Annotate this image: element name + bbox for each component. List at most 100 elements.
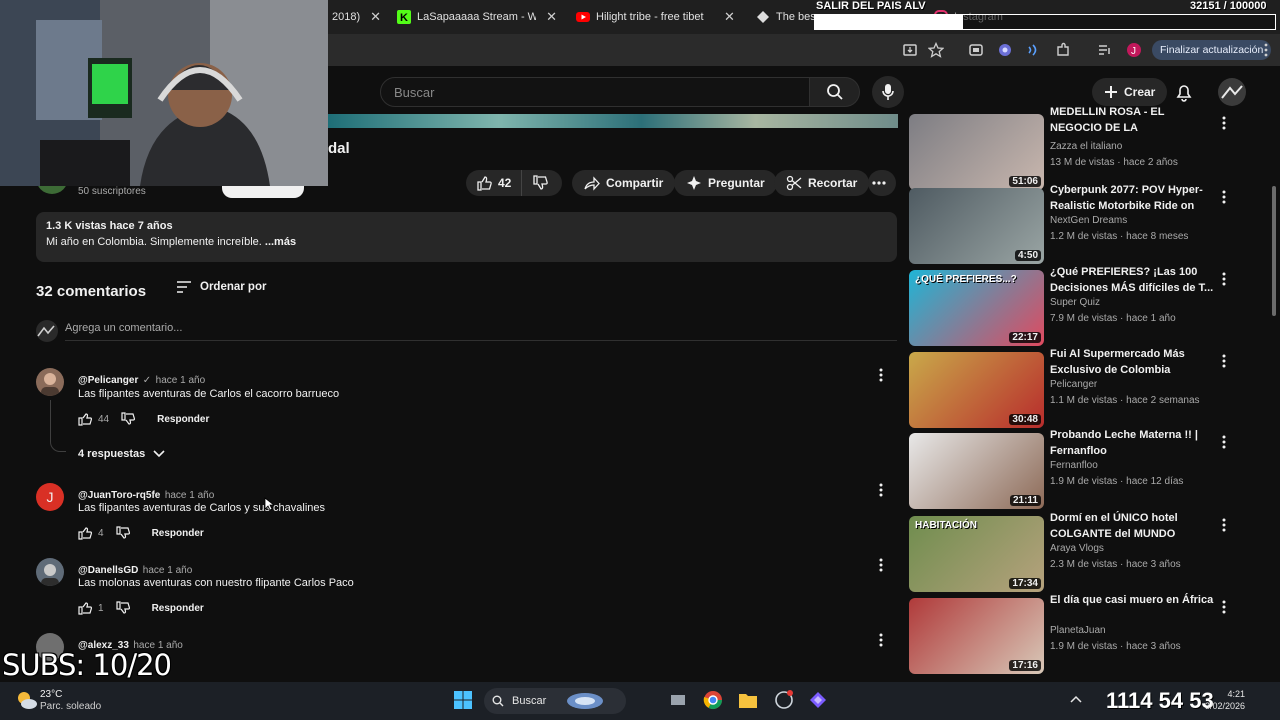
- more-actions-button[interactable]: [868, 170, 896, 196]
- video-title[interactable]: ¿Qué PREFIERES? ¡Las 100 Decisiones MÁS …: [1050, 264, 1216, 296]
- reply-button[interactable]: Responder: [152, 603, 204, 614]
- extension-icon[interactable]: [968, 42, 984, 58]
- thumbs-down-icon[interactable]: [121, 412, 136, 426]
- profile-avatar-icon[interactable]: J: [1126, 42, 1142, 58]
- close-icon[interactable]: ✕: [370, 9, 381, 25]
- comment-avatar[interactable]: [36, 368, 64, 396]
- video-menu-icon[interactable]: [1222, 116, 1226, 130]
- video-thumbnail[interactable]: HABITACIÓN 17:34: [909, 516, 1044, 592]
- close-icon[interactable]: ✕: [724, 9, 735, 25]
- tab-4[interactable]: The best: [756, 4, 816, 30]
- thumbs-up-icon[interactable]: [78, 412, 92, 426]
- account-avatar[interactable]: [1218, 78, 1246, 106]
- comment-menu-icon[interactable]: [879, 558, 883, 572]
- thumbs-down-icon[interactable]: [115, 526, 130, 540]
- thumbs-up-icon[interactable]: [78, 601, 92, 615]
- video-title[interactable]: Cyberpunk 2077: POV Hyper-Realistic Moto…: [1050, 182, 1216, 214]
- video-thumbnail[interactable]: 30:48: [909, 352, 1044, 428]
- ask-button[interactable]: Preguntar: [674, 170, 777, 196]
- video-title[interactable]: MEDELLIN ROSA - EL NEGOCIO DE LA PROSTIT…: [1050, 104, 1216, 136]
- ai-extension-icon[interactable]: [997, 42, 1013, 58]
- comment-author[interactable]: @DanellsGD: [78, 565, 138, 576]
- thumbs-down-icon[interactable]: [115, 601, 130, 615]
- comment-author[interactable]: @JuanToro-rq5fe: [78, 490, 160, 501]
- sidebar-scrollbar[interactable]: [1272, 186, 1276, 316]
- create-button[interactable]: Crear: [1092, 78, 1168, 106]
- app-icon[interactable]: [774, 690, 794, 710]
- comment-time[interactable]: hace 1 año: [143, 565, 193, 576]
- comments-count: 32 comentarios: [36, 283, 147, 300]
- task-view-icon[interactable]: [670, 692, 686, 708]
- video-menu-icon[interactable]: [1222, 435, 1226, 449]
- replies-toggle[interactable]: 4 respuestas: [78, 448, 165, 460]
- comment-menu-icon[interactable]: [879, 368, 883, 382]
- translate-extension-icon[interactable]: [1026, 42, 1042, 58]
- video-thumbnail[interactable]: ¿QUÉ PREFIERES...? 22:17: [909, 270, 1044, 346]
- tab-1[interactable]: 2018) ✕: [332, 4, 387, 30]
- more-vert-icon[interactable]: [1258, 42, 1274, 58]
- system-clock[interactable]: 4:21 3/02/2026: [1205, 688, 1245, 712]
- taskbar-search[interactable]: Buscar: [484, 688, 626, 714]
- search-box[interactable]: [380, 77, 810, 107]
- channel-name[interactable]: Pelicanger: [1050, 379, 1097, 390]
- like-button[interactable]: 42: [466, 170, 523, 196]
- chevron-up-icon[interactable]: [1070, 694, 1082, 704]
- channel-name[interactable]: Fernanfloo: [1050, 460, 1098, 471]
- video-title[interactable]: Probando Leche Materna !! | Fernanfloo: [1050, 427, 1216, 459]
- comment-time[interactable]: hace 1 año: [165, 490, 215, 501]
- tab-2[interactable]: K LaSapaaaaa Stream - Watch ✕: [397, 4, 557, 30]
- search-input[interactable]: [381, 78, 809, 106]
- comment-avatar[interactable]: [36, 558, 64, 586]
- channel-name[interactable]: Zazza el italiano: [1050, 141, 1122, 152]
- chrome-icon[interactable]: [703, 690, 723, 710]
- file-explorer-icon[interactable]: [738, 691, 758, 709]
- video-thumbnail[interactable]: 17:16: [909, 598, 1044, 674]
- weather-icon[interactable]: [14, 688, 38, 712]
- comment-time[interactable]: hace 1 año: [156, 375, 206, 386]
- video-thumbnail[interactable]: 4:50: [909, 188, 1044, 264]
- video-title[interactable]: Dormí en el ÚNICO hotel COLGANTE del MUN…: [1050, 510, 1216, 542]
- comment-menu-icon[interactable]: [879, 483, 883, 497]
- comment-author[interactable]: @Pelicanger: [78, 375, 138, 386]
- channel-name[interactable]: Araya Vlogs: [1050, 543, 1104, 554]
- clip-button[interactable]: Recortar: [774, 170, 870, 196]
- video-menu-icon[interactable]: [1222, 518, 1226, 532]
- sort-comments-button[interactable]: Ordenar por: [176, 281, 266, 293]
- channel-name[interactable]: NextGen Dreams: [1050, 215, 1127, 226]
- video-thumbnail[interactable]: 21:11: [909, 433, 1044, 509]
- notifications-bell-icon[interactable]: [1175, 82, 1193, 102]
- update-button[interactable]: Finalizar actualización: [1152, 40, 1272, 60]
- video-menu-icon[interactable]: [1222, 272, 1226, 286]
- install-app-icon[interactable]: [902, 42, 918, 58]
- streaming-app-icon[interactable]: [809, 691, 827, 709]
- windows-start-icon[interactable]: [453, 690, 473, 710]
- description-more-link[interactable]: ...más: [265, 236, 296, 248]
- channel-name[interactable]: Super Quiz: [1050, 297, 1100, 308]
- search-button[interactable]: [810, 77, 860, 107]
- bookmark-star-icon[interactable]: [928, 42, 944, 58]
- puzzle-icon[interactable]: [1055, 42, 1071, 58]
- video-thumbnail[interactable]: 51:06: [909, 114, 1044, 190]
- video-menu-icon[interactable]: [1222, 354, 1226, 368]
- tab-3[interactable]: Hilight tribe - free tibet ✕: [576, 4, 736, 30]
- video-title[interactable]: El día que casi muero en África: [1050, 592, 1216, 608]
- channel-name[interactable]: PlanetaJuan: [1050, 625, 1106, 636]
- video-title[interactable]: Fui Al Supermercado Más Exclusivo de Col…: [1050, 346, 1216, 378]
- weather-widget[interactable]: 23°C Parc. soleado: [40, 689, 101, 713]
- thumbs-up-icon[interactable]: [78, 526, 92, 540]
- reply-button[interactable]: Responder: [157, 414, 209, 425]
- reply-button[interactable]: Responder: [152, 528, 204, 539]
- dislike-button[interactable]: [522, 175, 564, 191]
- video-player-bottom[interactable]: [328, 114, 898, 128]
- media-controls-icon[interactable]: [1097, 42, 1113, 58]
- diamond-icon: [756, 10, 770, 24]
- voice-search-button[interactable]: [872, 76, 904, 108]
- share-button[interactable]: Compartir: [572, 170, 676, 196]
- close-icon[interactable]: ✕: [546, 9, 557, 25]
- add-comment-input[interactable]: Agrega un comentario...: [65, 322, 182, 334]
- description-box[interactable]: 1.3 K vistas hace 7 años Mi año en Colom…: [36, 212, 897, 262]
- comment-avatar[interactable]: J: [36, 483, 64, 511]
- video-menu-icon[interactable]: [1222, 190, 1226, 204]
- video-menu-icon[interactable]: [1222, 600, 1226, 614]
- comment-menu-icon[interactable]: [879, 633, 883, 647]
